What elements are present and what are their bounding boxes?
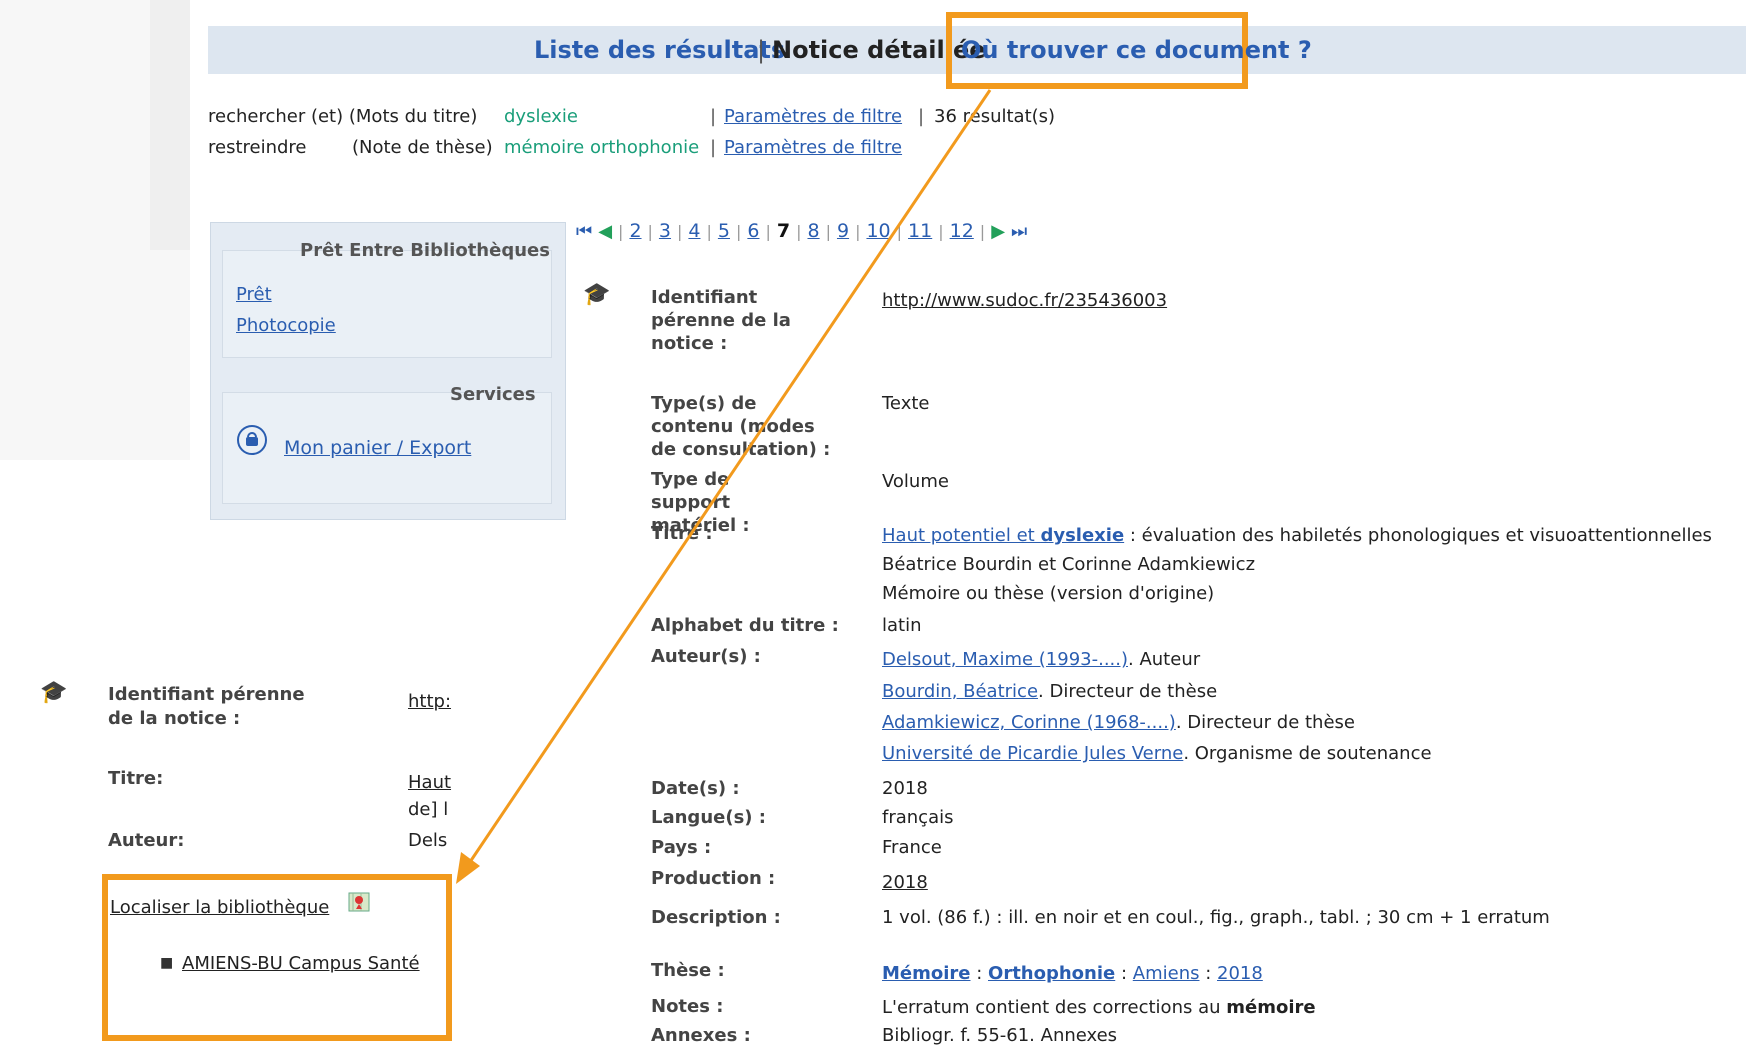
callout-arrow xyxy=(456,89,992,884)
